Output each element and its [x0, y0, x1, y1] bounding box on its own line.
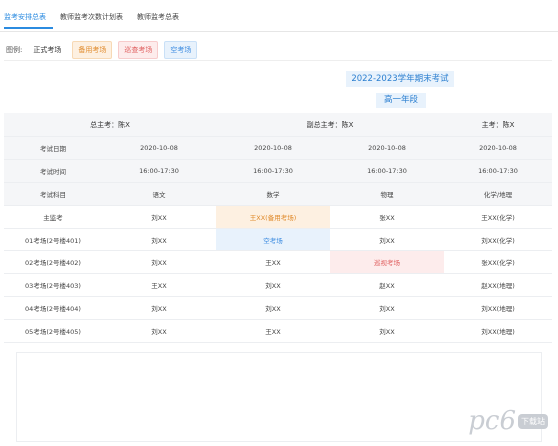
- tab-divider: [0, 31, 558, 32]
- table-row: 03考场(2号楼403) 王XX 刘XX 赵XX 赵XX(地理): [4, 274, 552, 298]
- table-cell[interactable]: 刘XX: [216, 274, 330, 296]
- table-cell[interactable]: 刘XX(地理): [444, 297, 552, 319]
- table-cell[interactable]: 2020-10-08: [330, 137, 444, 159]
- vice-chief-examiner: 副总主考：陈X: [306, 120, 354, 129]
- table-cell[interactable]: 王XX: [102, 274, 216, 296]
- row-label: 02考场(2号楼402): [25, 259, 81, 268]
- header-row: 总主考：陈X 副总主考：陈X 主考：陈X: [4, 113, 552, 137]
- table-cell[interactable]: 赵XX(地理): [444, 274, 552, 296]
- table-cell[interactable]: 2020-10-08: [102, 137, 216, 159]
- watermark: pc6 下载站: [468, 406, 548, 436]
- schedule-table: 总主考：陈X 副总主考：陈X 主考：陈X 考试日期 2020-10-08 2020-…: [4, 113, 552, 344]
- row-label: 考试科目: [40, 190, 66, 199]
- notes-area: [16, 352, 542, 442]
- watermark-badge: 下载站: [518, 413, 548, 429]
- exam-title: 2022-2023学年期末考试: [346, 71, 454, 87]
- tab-teacher-summary[interactable]: 教师监考总表: [137, 12, 186, 29]
- table-cell[interactable]: 巡视考场: [330, 251, 444, 274]
- tab-exam-arrangement[interactable]: 监考安排总表: [4, 12, 53, 29]
- table-cell[interactable]: 化学/地理: [444, 183, 552, 205]
- table-row: 02考场(2号楼402) 刘XX 王XX 巡视考场 张XX(化学): [4, 251, 552, 275]
- legend-backup-room: 备用考场: [72, 41, 113, 59]
- table-cell[interactable]: 2020-10-08: [216, 137, 330, 159]
- table-row: 01考场(2号楼401) 刘XX 空考场 刘XX 刘XX(化学): [4, 228, 552, 252]
- table-cell[interactable]: 张XX: [330, 206, 444, 228]
- row-label: 04考场(2号楼404): [25, 305, 81, 314]
- table-cell[interactable]: 数学: [216, 183, 330, 205]
- table-cell[interactable]: 空考场: [216, 228, 330, 251]
- table-cell[interactable]: 王XX(化学): [444, 206, 552, 228]
- table-row: 考试科目 语文 数学 物理 化学/地理: [4, 182, 552, 206]
- chief-examiner: 总主考：陈X: [90, 120, 130, 129]
- table-cell[interactable]: 2020-10-08: [444, 137, 552, 159]
- table-row: 05考场(2号楼405) 刘XX 王XX 刘XX 刘XX(地理): [4, 320, 552, 344]
- grade-title: 高一年段: [376, 93, 426, 108]
- legend-formal-room: 正式考场: [33, 46, 62, 54]
- table-cell[interactable]: 语文: [102, 183, 216, 205]
- watermark-logo: pc6: [468, 406, 516, 436]
- table-cell[interactable]: 赵XX: [330, 274, 444, 296]
- schedule-panel: 2022-2023学年期末考试 高一年段 总主考：陈X 副总主考：陈X 主考：陈…: [4, 60, 552, 344]
- table-cell[interactable]: 刘XX: [216, 297, 330, 319]
- tab-bar: 监考安排总表 教师监考次数计划表 教师监考总表: [4, 12, 193, 29]
- legend: 图例: 正式考场 备用考场 巡查考场 空考场: [6, 41, 198, 59]
- table-row: 考试时间 16:00-17:30 16:00-17:30 16:00-17:30 16:…: [4, 159, 552, 183]
- legend-empty-room: 空考场: [164, 41, 198, 59]
- table-cell[interactable]: 刘XX: [102, 320, 216, 342]
- table-cell[interactable]: 刘XX(地理): [444, 320, 552, 342]
- table-cell[interactable]: 刘XX(化学): [444, 229, 552, 251]
- table-cell[interactable]: 刘XX: [102, 297, 216, 319]
- row-label: 考试日期: [40, 144, 66, 153]
- table-cell[interactable]: 刘XX: [330, 229, 444, 251]
- table-cell[interactable]: 16:00-17:30: [444, 160, 552, 182]
- table-cell[interactable]: 16:00-17:30: [102, 160, 216, 182]
- tab-teacher-count-plan[interactable]: 教师监考次数计划表: [60, 12, 130, 29]
- table-cell[interactable]: 刘XX: [330, 320, 444, 342]
- legend-label: 图例:: [6, 46, 23, 54]
- row-label: 03考场(2号楼403): [25, 282, 81, 291]
- table-row: 主监考 刘XX 王XX(备用考场) 张XX 王XX(化学): [4, 205, 552, 229]
- row-label: 考试时间: [40, 167, 66, 176]
- main-examiner: 主考：陈X: [481, 120, 515, 129]
- row-label: 主监考: [43, 213, 63, 222]
- table-row: 考试日期 2020-10-08 2020-10-08 2020-10-08 2020-1…: [4, 137, 552, 160]
- table-cell[interactable]: 16:00-17:30: [216, 160, 330, 182]
- table-cell[interactable]: 王XX(备用考场): [216, 205, 330, 228]
- app-window: 监考安排总表 教师监考次数计划表 教师监考总表 图例: 正式考场 备用考场 巡查…: [0, 0, 558, 446]
- table-cell[interactable]: 刘XX: [102, 251, 216, 273]
- row-label: 05考场(2号楼405): [25, 328, 81, 337]
- legend-inspection-room: 巡查考场: [118, 41, 159, 59]
- table-row: 04考场(2号楼404) 刘XX 刘XX 刘XX 刘XX(地理): [4, 297, 552, 321]
- table-cell[interactable]: 王XX: [216, 251, 330, 273]
- table-cell[interactable]: 张XX(化学): [444, 251, 552, 273]
- table-cell[interactable]: 王XX: [216, 320, 330, 342]
- table-cell[interactable]: 刘XX: [330, 297, 444, 319]
- table-cell[interactable]: 刘XX: [102, 206, 216, 228]
- table-cell[interactable]: 16:00-17:30: [330, 160, 444, 182]
- table-cell[interactable]: 刘XX: [102, 229, 216, 251]
- row-label: 01考场(2号楼401): [25, 236, 81, 245]
- table-cell[interactable]: 物理: [330, 183, 444, 205]
